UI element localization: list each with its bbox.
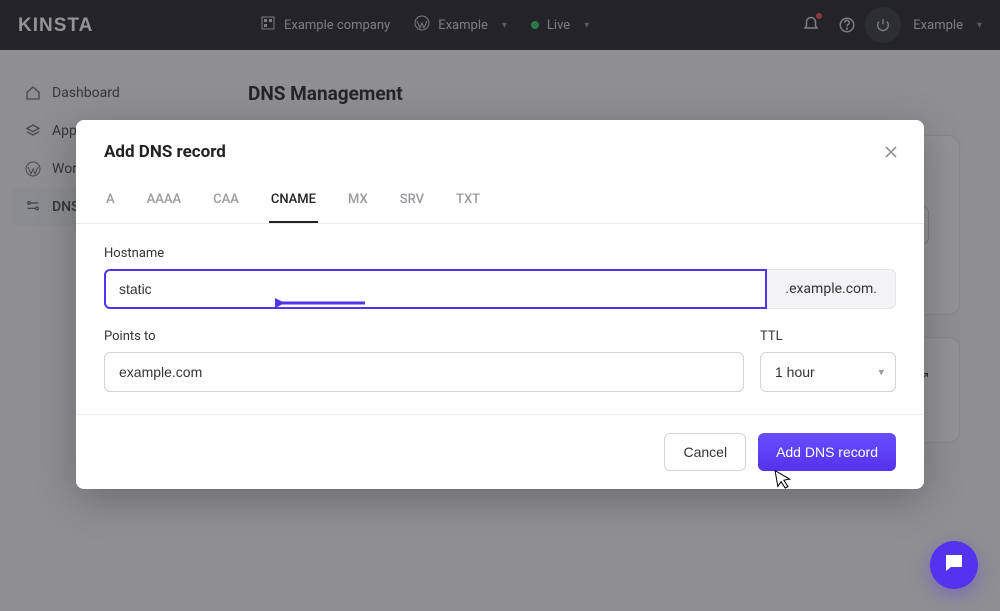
tab-label: MX — [348, 192, 368, 207]
pointsto-label: Points to — [104, 329, 744, 344]
ttl-label: TTL — [760, 329, 896, 344]
button-label: Cancel — [683, 444, 727, 460]
tab-caa[interactable]: CAA — [211, 192, 241, 223]
record-type-tabs: A AAAA CAA CNAME MX SRV TXT — [76, 170, 924, 224]
hostname-label: Hostname — [104, 246, 896, 261]
pointsto-input[interactable] — [104, 352, 744, 392]
tab-label: TXT — [456, 192, 480, 207]
modal-backdrop[interactable]: Add DNS record A AAAA CAA CNAME MX SRV T… — [0, 0, 1000, 611]
cancel-button[interactable]: Cancel — [664, 433, 746, 471]
tab-cname[interactable]: CNAME — [269, 192, 318, 223]
add-dns-record-modal: Add DNS record A AAAA CAA CNAME MX SRV T… — [76, 120, 924, 489]
add-dns-record-button[interactable]: Add DNS record — [758, 433, 896, 471]
close-button[interactable] — [880, 142, 902, 164]
chat-launcher[interactable] — [930, 541, 978, 589]
tab-aaaa[interactable]: AAAA — [145, 192, 183, 223]
tab-a[interactable]: A — [104, 192, 117, 223]
tab-label: AAAA — [147, 192, 181, 207]
tab-label: A — [106, 192, 115, 207]
ttl-select[interactable] — [760, 352, 896, 392]
tab-label: SRV — [400, 192, 424, 207]
tab-label: CNAME — [271, 192, 316, 207]
hostname-input[interactable] — [104, 269, 767, 309]
modal-title: Add DNS record — [104, 142, 896, 162]
chat-icon — [942, 551, 966, 579]
tab-srv[interactable]: SRV — [398, 192, 426, 223]
tab-mx[interactable]: MX — [346, 192, 370, 223]
close-icon — [884, 144, 898, 163]
tab-label: CAA — [213, 192, 239, 207]
tab-txt[interactable]: TXT — [454, 192, 482, 223]
domain-suffix: .example.com. — [767, 269, 896, 309]
button-label: Add DNS record — [776, 444, 878, 460]
